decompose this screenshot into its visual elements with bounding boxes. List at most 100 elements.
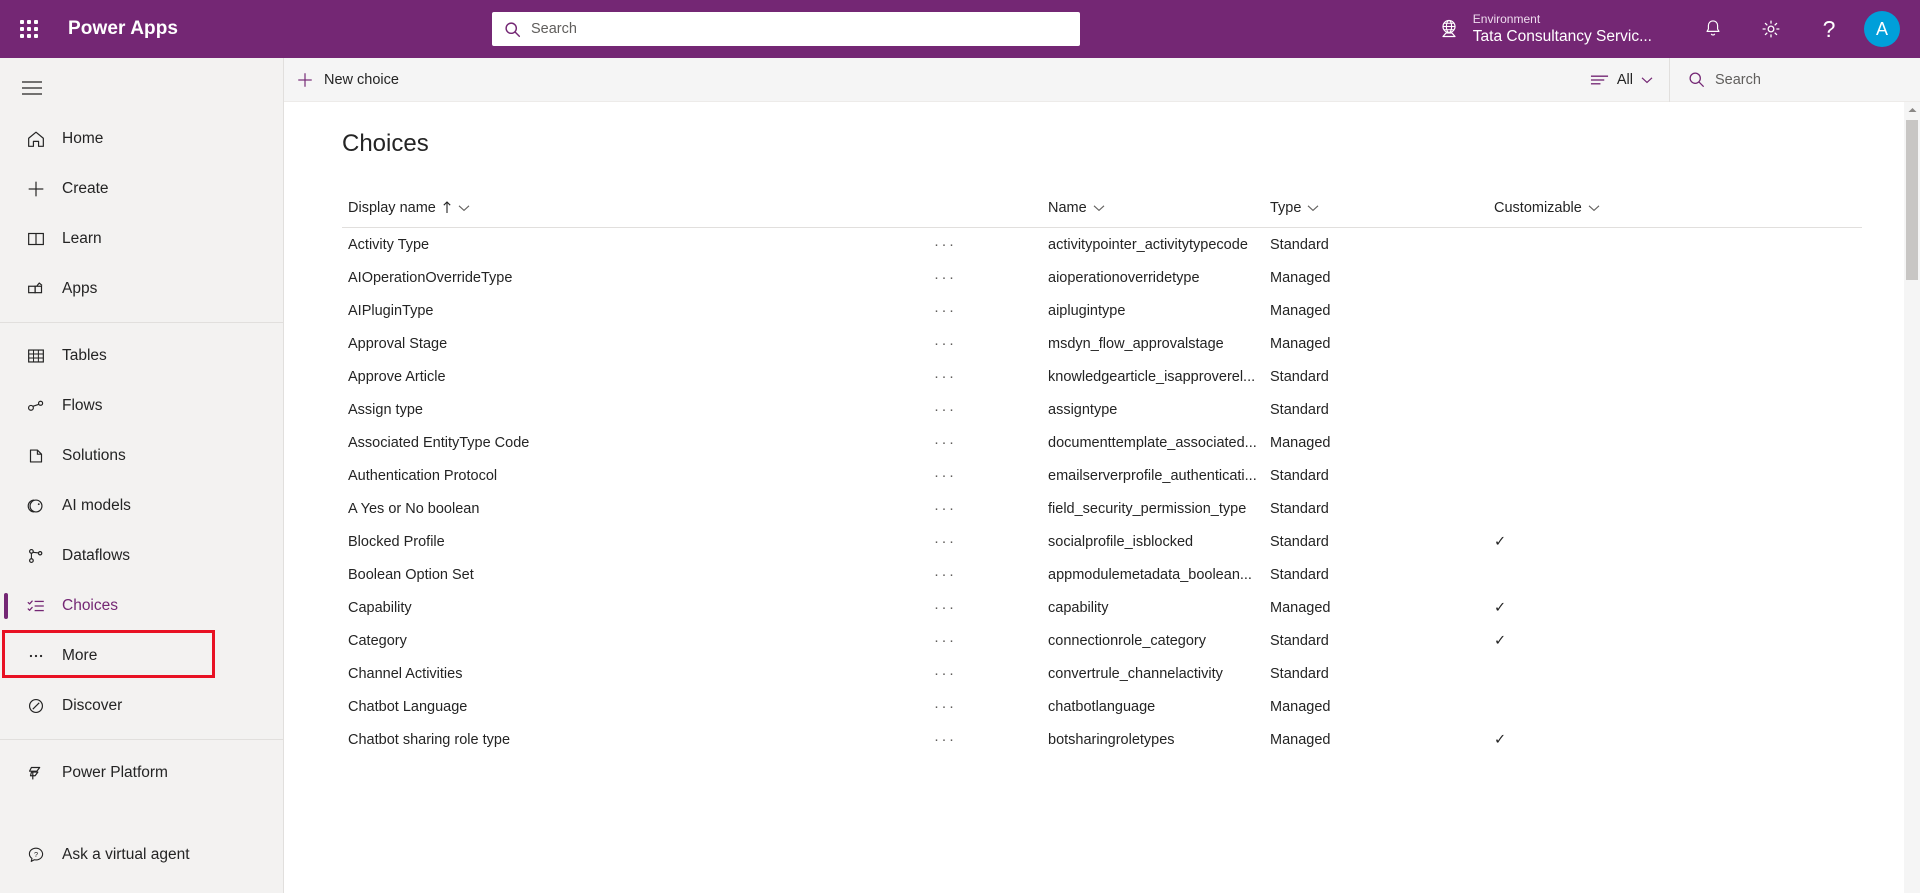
- ellipsis-icon[interactable]: ···: [932, 368, 957, 385]
- grid-search-input[interactable]: [1715, 72, 1902, 88]
- sidebar-item-home[interactable]: Home: [0, 114, 283, 164]
- sidebar-item-flows[interactable]: Flows: [0, 381, 283, 431]
- cell-display-name[interactable]: Assign type: [342, 402, 932, 418]
- chevron-down-icon[interactable]: [1588, 204, 1600, 212]
- ellipsis-icon[interactable]: ···: [932, 599, 957, 616]
- table-row[interactable]: Activity Type···activitypointer_activity…: [342, 228, 1862, 261]
- sidebar-item-create[interactable]: Create: [0, 164, 283, 214]
- table-row[interactable]: AIOperationOverrideType···aioperationove…: [342, 261, 1862, 294]
- row-actions-button[interactable]: ···: [932, 632, 1048, 649]
- column-header-customizable[interactable]: Customizable: [1494, 200, 1862, 216]
- cell-display-name[interactable]: Blocked Profile: [342, 534, 932, 550]
- ellipsis-icon[interactable]: ···: [932, 665, 957, 682]
- ellipsis-icon[interactable]: ···: [932, 731, 957, 748]
- cell-display-name[interactable]: Activity Type: [342, 237, 932, 253]
- row-actions-button[interactable]: ···: [932, 731, 1048, 748]
- table-row[interactable]: Boolean Option Set···appmodulemetadata_b…: [342, 558, 1862, 591]
- cell-display-name[interactable]: Capability: [342, 600, 932, 616]
- sidebar-item-solutions[interactable]: Solutions: [0, 431, 283, 481]
- table-row[interactable]: AIPluginType···aiplugintypeManaged: [342, 294, 1862, 327]
- column-header-type[interactable]: Type: [1270, 200, 1494, 216]
- chevron-down-icon[interactable]: [1093, 204, 1105, 212]
- table-row[interactable]: Authentication Protocol···emailserverpro…: [342, 459, 1862, 492]
- grid-search[interactable]: [1670, 58, 1920, 102]
- column-header-display-name[interactable]: Display name: [342, 200, 932, 216]
- row-actions-button[interactable]: ···: [932, 368, 1048, 385]
- table-row[interactable]: A Yes or No boolean···field_security_per…: [342, 492, 1862, 525]
- environment-picker[interactable]: Environment Tata Consultancy Servic...: [1431, 0, 1658, 58]
- row-actions-button[interactable]: ···: [932, 698, 1048, 715]
- table-row[interactable]: Category···connectionrole_categoryStanda…: [342, 624, 1862, 657]
- table-row[interactable]: Channel Activities···convertrule_channel…: [342, 657, 1862, 690]
- row-actions-button[interactable]: ···: [932, 269, 1048, 286]
- table-row[interactable]: Capability···capabilityManaged✓: [342, 591, 1862, 624]
- cell-display-name[interactable]: Chatbot sharing role type: [342, 732, 932, 748]
- table-row[interactable]: Approve Article···knowledgearticle_isapp…: [342, 360, 1862, 393]
- row-actions-button[interactable]: ···: [932, 599, 1048, 616]
- app-launcher-button[interactable]: [0, 0, 58, 58]
- sidebar-item-ask-a-virtual-agent[interactable]: ? Ask a virtual agent: [0, 830, 283, 880]
- scrollbar-thumb[interactable]: [1906, 120, 1918, 280]
- cell-display-name[interactable]: Authentication Protocol: [342, 468, 932, 484]
- view-filter-button[interactable]: All: [1574, 58, 1670, 102]
- sidebar-item-power-platform[interactable]: Power Platform: [0, 748, 283, 798]
- ellipsis-icon[interactable]: ···: [932, 632, 957, 649]
- ellipsis-icon[interactable]: ···: [932, 302, 957, 319]
- table-row[interactable]: Chatbot Language···chatbotlanguageManage…: [342, 690, 1862, 723]
- sidebar-item-apps[interactable]: Apps: [0, 264, 283, 314]
- row-actions-button[interactable]: ···: [932, 467, 1048, 484]
- sidebar-item-more[interactable]: More: [0, 631, 283, 681]
- row-actions-button[interactable]: ···: [932, 566, 1048, 583]
- table-row[interactable]: Approval Stage···msdyn_flow_approvalstag…: [342, 327, 1862, 360]
- ellipsis-icon[interactable]: ···: [932, 335, 957, 352]
- sidebar-item-ai-models[interactable]: AI models: [0, 481, 283, 531]
- cell-display-name[interactable]: Associated EntityType Code: [342, 435, 932, 451]
- table-row[interactable]: Chatbot sharing role type···botsharingro…: [342, 723, 1862, 756]
- global-search[interactable]: [492, 12, 1080, 46]
- row-actions-button[interactable]: ···: [932, 335, 1048, 352]
- scroll-up-button[interactable]: [1904, 102, 1920, 118]
- ellipsis-icon[interactable]: ···: [932, 698, 957, 715]
- cell-display-name[interactable]: A Yes or No boolean: [342, 501, 932, 517]
- new-choice-button[interactable]: New choice: [284, 58, 413, 102]
- sidebar-item-tables[interactable]: Tables: [0, 331, 283, 381]
- search-input[interactable]: [531, 12, 1068, 46]
- ellipsis-icon[interactable]: ···: [932, 269, 957, 286]
- sidebar-item-discover[interactable]: Discover: [0, 681, 283, 731]
- sidebar-item-choices[interactable]: Choices: [0, 581, 283, 631]
- row-actions-button[interactable]: ···: [932, 434, 1048, 451]
- notifications-button[interactable]: [1684, 0, 1742, 58]
- settings-button[interactable]: [1742, 0, 1800, 58]
- ellipsis-icon[interactable]: ···: [932, 533, 957, 550]
- row-actions-button[interactable]: ···: [932, 401, 1048, 418]
- cell-display-name[interactable]: AIPluginType: [342, 303, 932, 319]
- row-actions-button[interactable]: ···: [932, 665, 1048, 682]
- cell-display-name[interactable]: Category: [342, 633, 932, 649]
- sidebar-item-dataflows[interactable]: Dataflows: [0, 531, 283, 581]
- ellipsis-icon[interactable]: ···: [932, 467, 957, 484]
- row-actions-button[interactable]: ···: [932, 302, 1048, 319]
- sidebar-item-learn[interactable]: Learn: [0, 214, 283, 264]
- avatar[interactable]: A: [1864, 11, 1900, 47]
- row-actions-button[interactable]: ···: [932, 533, 1048, 550]
- table-row[interactable]: Blocked Profile···socialprofile_isblocke…: [342, 525, 1862, 558]
- help-button[interactable]: ?: [1800, 0, 1858, 58]
- cell-display-name[interactable]: Approve Article: [342, 369, 932, 385]
- chevron-down-icon[interactable]: [458, 204, 470, 212]
- cell-display-name[interactable]: Boolean Option Set: [342, 567, 932, 583]
- nav-toggle-button[interactable]: [6, 62, 58, 114]
- brand-title[interactable]: Power Apps: [68, 18, 178, 40]
- row-actions-button[interactable]: ···: [932, 236, 1048, 253]
- table-row[interactable]: Assign type···assigntypeStandard: [342, 393, 1862, 426]
- ellipsis-icon[interactable]: ···: [932, 236, 957, 253]
- column-header-name[interactable]: Name: [1048, 200, 1270, 216]
- table-row[interactable]: Associated EntityType Code···documenttem…: [342, 426, 1862, 459]
- ellipsis-icon[interactable]: ···: [932, 566, 957, 583]
- chevron-down-icon[interactable]: [1307, 204, 1319, 212]
- cell-display-name[interactable]: Chatbot Language: [342, 699, 932, 715]
- ellipsis-icon[interactable]: ···: [932, 401, 957, 418]
- vertical-scrollbar[interactable]: [1904, 102, 1920, 893]
- row-actions-button[interactable]: ···: [932, 500, 1048, 517]
- cell-display-name[interactable]: Channel Activities: [342, 666, 932, 682]
- cell-display-name[interactable]: AIOperationOverrideType: [342, 270, 932, 286]
